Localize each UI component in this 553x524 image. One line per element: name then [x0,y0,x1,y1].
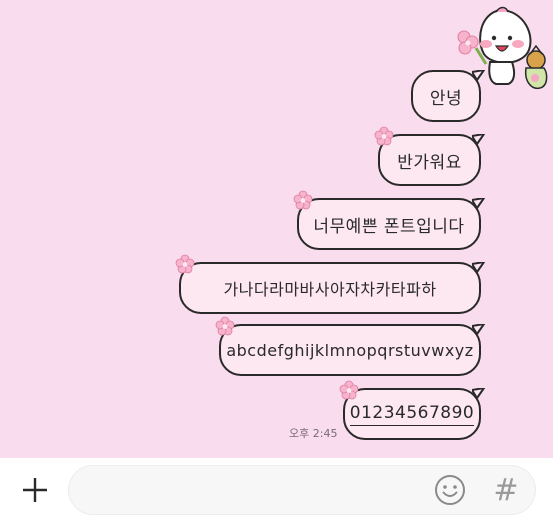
message-text: abcdefghijklmnopqrstuvwxyz [226,340,474,360]
emoticon-button[interactable] [433,473,467,507]
bubble-tail [472,134,486,146]
message-bubble[interactable]: 01234567890 [343,388,481,440]
message-bubble[interactable]: 가나다라마바사아자차카타파하 [179,262,481,314]
flower-icon [215,316,235,336]
plus-icon [23,478,47,502]
smiley-icon [435,475,465,505]
flower-icon [293,190,313,210]
message-text: 안녕 [429,88,463,109]
message-timestamp: 오후 2:45 [289,427,338,440]
bubble-tail [472,70,486,82]
flower-icon [374,126,394,146]
bubble-tail [472,388,486,400]
add-attachment-button[interactable] [18,473,52,507]
message-bubble[interactable]: 반가워요 [378,134,481,186]
flower-icon [457,30,479,55]
bubble-tail [472,198,486,210]
message-input[interactable] [87,466,431,516]
message-bubble[interactable]: 너무예쁜 폰트입니다 [297,198,481,250]
bubble-tail [472,324,486,336]
message-text: 너무예쁜 폰트입니다 [313,216,465,237]
message-text: 반가워요 [397,152,462,173]
flower-icon [339,380,359,400]
chat-area: 안녕 반가워요 너무예쁜 폰트입니다 가나다라마바사아자차카타파하 abcdef… [0,0,553,458]
message-bubble[interactable]: abcdefghijklmnopqrstuvwxyz [219,324,481,376]
flower-icon [175,254,195,274]
message-bubble[interactable]: 안녕 [411,70,481,122]
hashtag-search-button[interactable]: # [492,472,520,508]
message-text: 01234567890 [349,403,475,426]
message-text: 가나다라마바사아자차카타파하 [223,280,437,299]
bubble-tail [472,262,486,274]
